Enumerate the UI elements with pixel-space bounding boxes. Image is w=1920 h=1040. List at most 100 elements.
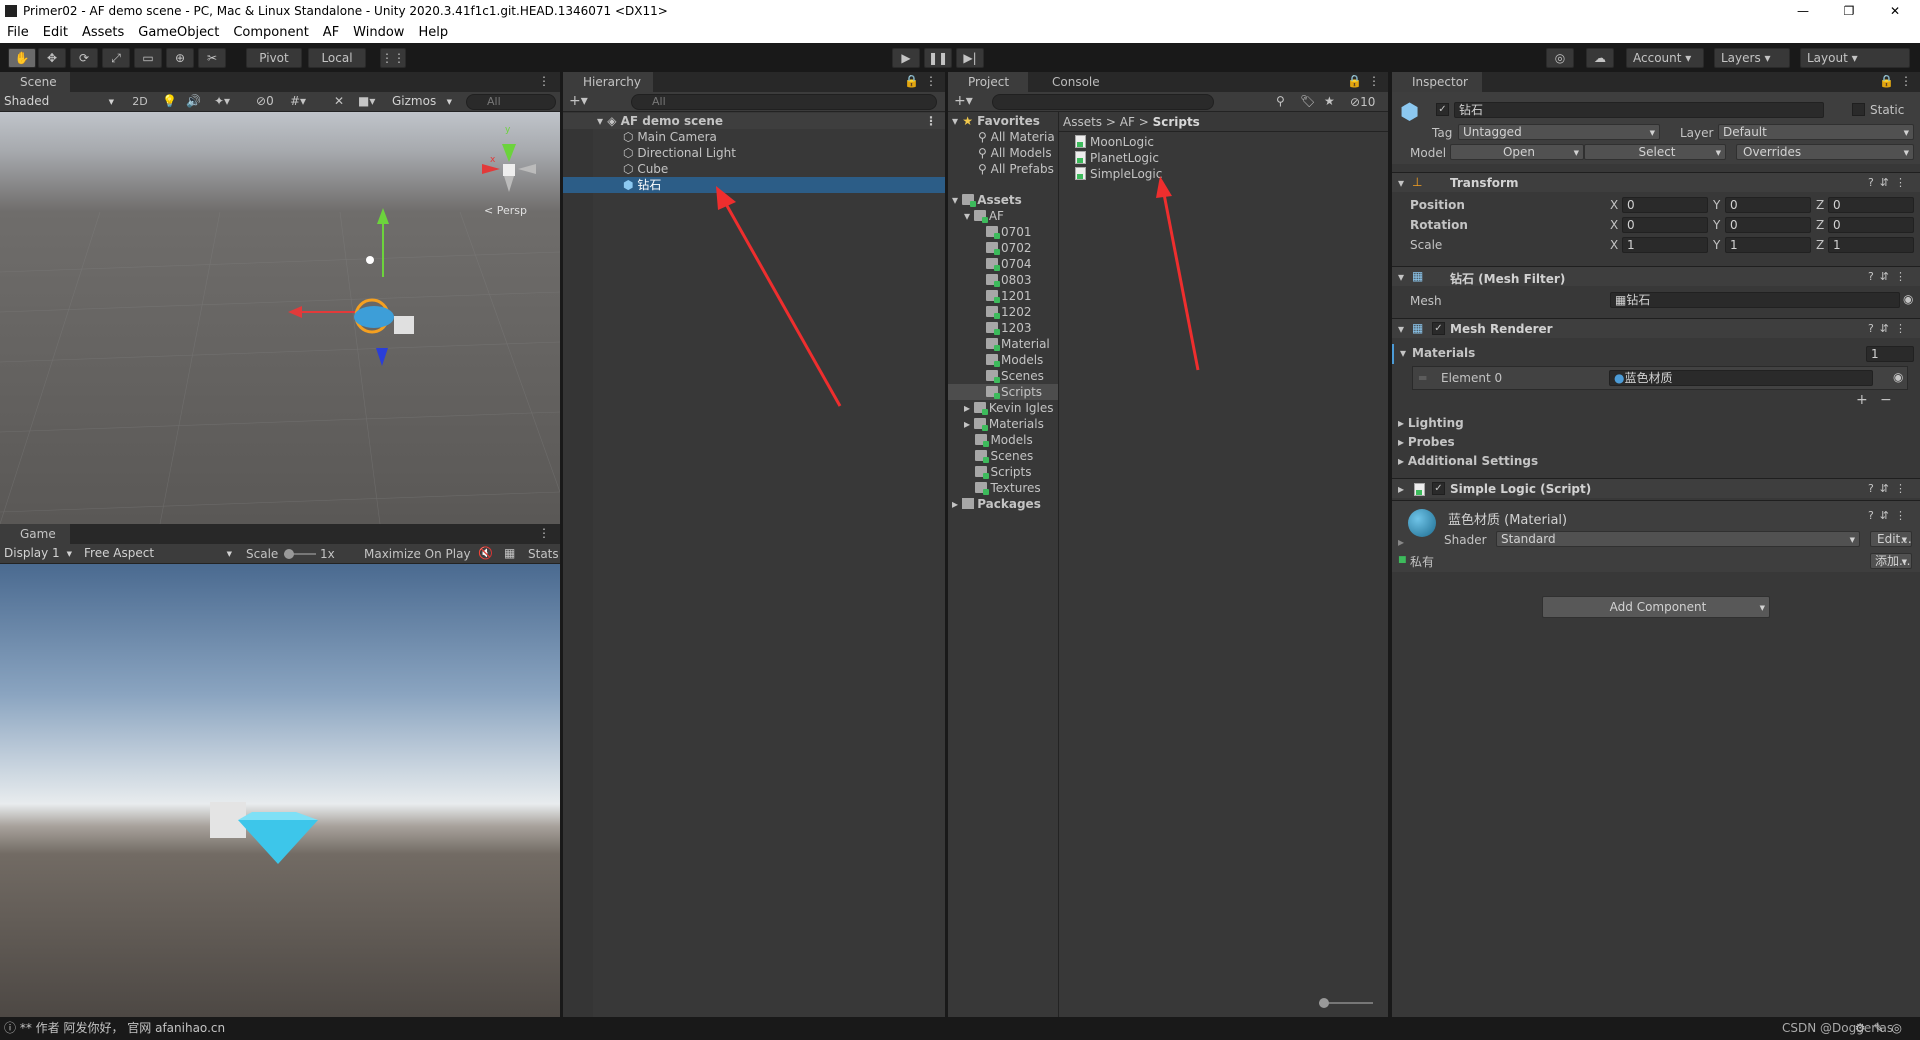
- tools-icon[interactable]: ✕: [334, 94, 344, 108]
- foldout-arrow-icon[interactable]: ▾: [1398, 176, 1404, 190]
- foldout-arrow-icon[interactable]: ▸: [1398, 482, 1404, 496]
- inspector-menu-icon[interactable]: ⋮: [1900, 74, 1912, 88]
- folder-item[interactable]: 1201: [986, 288, 1032, 304]
- favorite-item[interactable]: ⚲ All Materia: [978, 129, 1055, 145]
- layout-dropdown[interactable]: Layout ▾: [1800, 48, 1910, 68]
- favorites-root[interactable]: ▾ ★ Favorites: [952, 113, 1040, 129]
- minimize-button[interactable]: —: [1780, 0, 1826, 22]
- hierarchy-search-input[interactable]: All: [631, 94, 937, 110]
- folder-item[interactable]: 0803: [986, 272, 1032, 288]
- component-actions[interactable]: ?⇵⋮: [1868, 322, 1912, 335]
- scene-search-input[interactable]: All: [466, 94, 556, 110]
- axis-label-x[interactable]: X: [1610, 198, 1618, 212]
- status-message[interactable]: ** 作者 阿发你好， 官网 afanihao.cn: [20, 1021, 225, 1035]
- position-y-field[interactable]: 0: [1725, 197, 1811, 213]
- rotation-x-field[interactable]: 0: [1622, 217, 1708, 233]
- menu-window[interactable]: Window: [346, 25, 411, 40]
- folder-item[interactable]: 0701: [986, 224, 1032, 240]
- axis-label-y[interactable]: Y: [1713, 238, 1720, 252]
- effects-icon[interactable]: ✦▾: [214, 94, 230, 108]
- cloud-icon[interactable]: ☁: [1586, 48, 1614, 68]
- position-x-field[interactable]: 0: [1622, 197, 1708, 213]
- toggle-2d-button[interactable]: 2D: [128, 94, 152, 110]
- materials-count[interactable]: 1: [1866, 346, 1914, 362]
- play-button[interactable]: ▶: [892, 48, 920, 68]
- scale-y-field[interactable]: 1: [1725, 237, 1811, 253]
- additional-settings-foldout[interactable]: ▸ Additional Settings: [1398, 453, 1538, 469]
- axis-label-z[interactable]: Z: [1816, 198, 1824, 212]
- tab-project[interactable]: Project: [948, 72, 1028, 92]
- asset-file[interactable]: PlanetLogic: [1075, 150, 1159, 166]
- active-checkbox[interactable]: ✓: [1436, 103, 1449, 116]
- mute-audio-icon[interactable]: 🔇: [478, 546, 493, 560]
- aspect-dropdown[interactable]: Free Aspect: [80, 546, 236, 562]
- axis-label-y[interactable]: Y: [1713, 218, 1720, 232]
- project-search-input[interactable]: [992, 94, 1214, 110]
- shading-dropdown[interactable]: Shaded: [0, 94, 118, 110]
- scale-slider[interactable]: [284, 549, 316, 559]
- open-button[interactable]: Open: [1450, 144, 1584, 160]
- mesh-field[interactable]: ▦钻石: [1610, 292, 1900, 308]
- hierarchy-item-cube[interactable]: ⬡ Cube: [623, 161, 668, 177]
- drag-handle-icon[interactable]: ═: [1419, 371, 1426, 385]
- foldout-arrow-icon[interactable]: ▾: [1398, 322, 1404, 336]
- add-label-button[interactable]: 添加...: [1870, 553, 1912, 569]
- rotation-z-field[interactable]: 0: [1828, 217, 1914, 233]
- favorite-star-icon[interactable]: ★: [1324, 94, 1335, 108]
- tab-hierarchy[interactable]: Hierarchy: [563, 72, 653, 92]
- lock-icon[interactable]: 🔒: [1347, 74, 1362, 88]
- restore-button[interactable]: ❐: [1826, 0, 1872, 22]
- shader-edit-button[interactable]: Edit...: [1870, 531, 1912, 547]
- enabled-checkbox[interactable]: ✓: [1432, 482, 1445, 495]
- breadcrumb-item[interactable]: Assets: [1063, 115, 1102, 129]
- element-row[interactable]: ═ Element 0 ●蓝色材质 ◉: [1412, 366, 1908, 390]
- scene-viewport[interactable]: y x < Persp: [0, 112, 560, 524]
- add-element-button[interactable]: +: [1856, 392, 1868, 408]
- folder-item[interactable]: ▸ Kevin Igles: [964, 400, 1053, 416]
- account-dropdown[interactable]: Account ▾: [1626, 48, 1704, 68]
- folder-item[interactable]: Models: [986, 352, 1043, 368]
- folder-item[interactable]: Scenes: [964, 448, 1033, 464]
- packages-root[interactable]: ▸ Packages: [952, 496, 1041, 512]
- probes-foldout[interactable]: ▸ Probes: [1398, 434, 1455, 450]
- transform-tool-button[interactable]: ⊕: [166, 48, 194, 68]
- tab-scene[interactable]: Scene: [0, 72, 70, 92]
- script-header[interactable]: ▸ ✓ Simple Logic (Script) ?⇵⋮: [1392, 478, 1920, 498]
- folder-item[interactable]: Textures: [964, 480, 1041, 496]
- scene-root-row[interactable]: ▾ ◈ AF demo scene ⋮: [563, 113, 945, 129]
- folder-item[interactable]: Scripts: [964, 464, 1032, 480]
- menu-component[interactable]: Component: [226, 25, 315, 40]
- folder-item[interactable]: Material: [986, 336, 1050, 352]
- hierarchy-menu-icon[interactable]: ⋮: [925, 74, 937, 88]
- gizmos-dropdown[interactable]: Gizmos: [388, 94, 456, 110]
- rect-tool-button[interactable]: ▭: [134, 48, 162, 68]
- scale-slider-thumb[interactable]: [284, 549, 294, 559]
- folder-item[interactable]: Scenes: [986, 368, 1044, 384]
- object-picker-icon[interactable]: ◉: [1893, 370, 1903, 384]
- tab-console[interactable]: Console: [1032, 72, 1112, 92]
- folder-item[interactable]: ▸ Materials: [964, 416, 1044, 432]
- mesh-filter-header[interactable]: ▾ ▦ 钻石 (Mesh Filter) ?⇵⋮: [1392, 266, 1920, 286]
- create-asset-button[interactable]: +▾: [954, 93, 973, 109]
- collab-icon[interactable]: ◎: [1546, 48, 1574, 68]
- object-name-field[interactable]: 钻石: [1454, 102, 1824, 118]
- layers-dropdown[interactable]: Layers ▾: [1714, 48, 1790, 68]
- game-menu-icon[interactable]: ⋮: [538, 526, 550, 540]
- pivot-toggle[interactable]: Pivot: [246, 48, 302, 68]
- pause-button[interactable]: ❚❚: [924, 48, 952, 68]
- breadcrumb-item[interactable]: AF: [1120, 115, 1135, 129]
- object-picker-icon[interactable]: ◉: [1903, 292, 1913, 306]
- gizmo-grid-icon[interactable]: ▦: [504, 546, 515, 560]
- search-by-label-icon[interactable]: 🏷: [1300, 94, 1315, 108]
- material-field[interactable]: ●蓝色材质: [1609, 370, 1873, 386]
- scale-x-field[interactable]: 1: [1622, 237, 1708, 253]
- lock-icon[interactable]: 🔒: [1879, 74, 1894, 88]
- shader-dropdown[interactable]: Standard: [1496, 531, 1860, 547]
- overrides-dropdown[interactable]: Overrides: [1736, 144, 1914, 160]
- menu-af[interactable]: AF: [316, 25, 346, 40]
- grid-icon[interactable]: #▾: [290, 94, 306, 108]
- layer-dropdown[interactable]: Default: [1718, 124, 1914, 140]
- asset-file[interactable]: SimpleLogic: [1075, 166, 1162, 182]
- remove-element-button[interactable]: −: [1880, 392, 1892, 408]
- camera-icon[interactable]: ■▾: [358, 94, 375, 108]
